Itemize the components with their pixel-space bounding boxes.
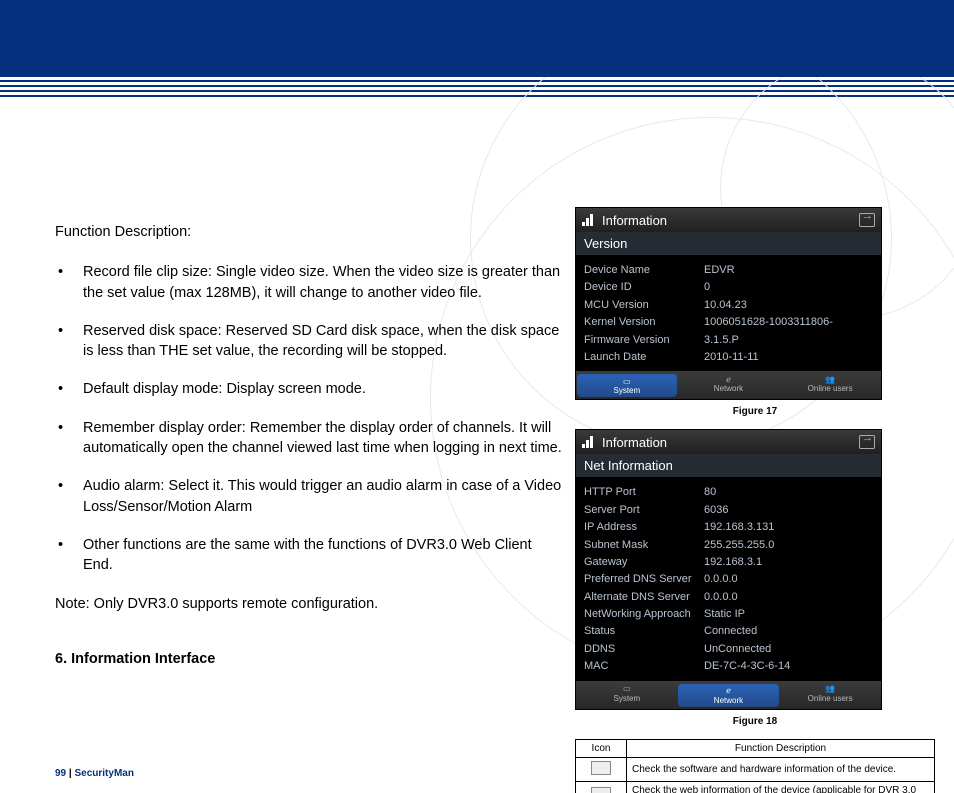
info-row: MACDE-7C-4-3C-6-14 xyxy=(584,659,873,674)
page-footer: 99 | SecurityMan xyxy=(55,768,134,779)
info-body: HTTP Port80 Server Port6036 IP Address19… xyxy=(576,477,881,680)
table-row: Check the software and hardware informat… xyxy=(576,757,935,781)
system-info-icon xyxy=(576,757,627,781)
tab-system[interactable]: ▭System xyxy=(577,374,678,397)
list-item: Other functions are the same with the fu… xyxy=(55,535,565,576)
list-item: Record file clip size: Single video size… xyxy=(55,262,565,303)
list-item: Default display mode: Display screen mod… xyxy=(55,379,565,399)
list-item: Remember display order: Remember the dis… xyxy=(55,418,565,459)
brand-name: SecurityMan xyxy=(74,768,133,779)
footer-sep: | xyxy=(66,768,74,779)
info-row: NetWorking ApproachStatic IP xyxy=(584,607,873,622)
note-text: Note: Only DVR3.0 supports remote config… xyxy=(55,594,565,614)
info-row: Device ID0 xyxy=(584,280,873,295)
tab-system[interactable]: ▭System xyxy=(577,684,678,707)
desc-cell: Check the software and hardware informat… xyxy=(627,757,935,781)
info-row: MCU Version10.04.23 xyxy=(584,298,873,313)
header-band xyxy=(0,0,954,77)
signal-icon xyxy=(582,436,596,448)
right-column: Information Version Device NameEDVR Devi… xyxy=(575,207,935,793)
info-body: Device NameEDVR Device ID0 MCU Version10… xyxy=(576,255,881,371)
app-header-title: Information xyxy=(602,213,667,228)
info-row: Subnet Mask255.255.255.0 xyxy=(584,538,873,553)
info-row: DDNSUnConnected xyxy=(584,642,873,657)
list-item: Reserved disk space: Reserved SD Card di… xyxy=(55,321,565,362)
section-title: Net Information xyxy=(576,454,881,477)
section-title: Version xyxy=(576,232,881,255)
list-item: Audio alarm: Select it. This would trigg… xyxy=(55,476,565,517)
section-6-heading: 6. Information Interface xyxy=(55,649,565,669)
info-row: Preferred DNS Server0.0.0.0 xyxy=(584,572,873,587)
info-row: HTTP Port80 xyxy=(584,485,873,500)
figure-17-caption: Figure 17 xyxy=(575,406,935,417)
function-description-table: Icon Function Description Check the soft… xyxy=(575,739,935,793)
info-row: Gateway192.168.3.1 xyxy=(584,555,873,570)
tab-online-users[interactable]: 👥Online users xyxy=(780,374,881,397)
info-row: IP Address192.168.3.131 xyxy=(584,520,873,535)
app-footer-tabs: ▭System ℯNetwork 👥Online users xyxy=(576,371,881,399)
figure-17-screenshot: Information Version Device NameEDVR Devi… xyxy=(575,207,882,400)
app-header: Information xyxy=(576,430,881,454)
desc-cell: Check the web information of the device … xyxy=(627,781,935,793)
table-header-row: Icon Function Description xyxy=(576,739,935,757)
signal-icon xyxy=(582,214,596,226)
users-icon: 👥 xyxy=(825,374,835,384)
info-row: Server Port6036 xyxy=(584,503,873,518)
exit-icon[interactable] xyxy=(859,213,875,227)
users-icon: 👥 xyxy=(825,684,835,694)
app-header: Information xyxy=(576,208,881,232)
tab-online-users[interactable]: 👥Online users xyxy=(780,684,881,707)
table-row: Check the web information of the device … xyxy=(576,781,935,793)
left-column: Function Description: Record file clip s… xyxy=(55,222,565,669)
info-row: Device NameEDVR xyxy=(584,263,873,278)
page-number: 99 xyxy=(55,768,66,779)
exit-icon[interactable] xyxy=(859,435,875,449)
th-desc: Function Description xyxy=(627,739,935,757)
info-row: Alternate DNS Server0.0.0.0 xyxy=(584,590,873,605)
info-row: Kernel Version1006051628-1003311806- xyxy=(584,315,873,330)
bullet-list: Record file clip size: Single video size… xyxy=(55,262,565,575)
monitor-icon: ▭ xyxy=(623,376,631,386)
info-row: Firmware Version3.1.5.P xyxy=(584,333,873,348)
app-header-title: Information xyxy=(602,435,667,450)
figure-18-screenshot: Information Net Information HTTP Port80 … xyxy=(575,429,882,709)
globe-icon: ℯ xyxy=(726,374,731,384)
info-row: StatusConnected xyxy=(584,624,873,639)
monitor-icon: ▭ xyxy=(623,684,631,694)
figure-18-caption: Figure 18 xyxy=(575,716,935,727)
info-row: Launch Date2010-11-11 xyxy=(584,350,873,365)
th-icon: Icon xyxy=(576,739,627,757)
function-description-title: Function Description: xyxy=(55,222,565,242)
app-footer-tabs: ▭System ℯNetwork 👥Online users xyxy=(576,681,881,709)
tab-network[interactable]: ℯNetwork xyxy=(678,684,779,707)
globe-icon: ℯ xyxy=(726,686,731,696)
tab-network[interactable]: ℯNetwork xyxy=(678,374,779,397)
web-info-icon xyxy=(576,781,627,793)
